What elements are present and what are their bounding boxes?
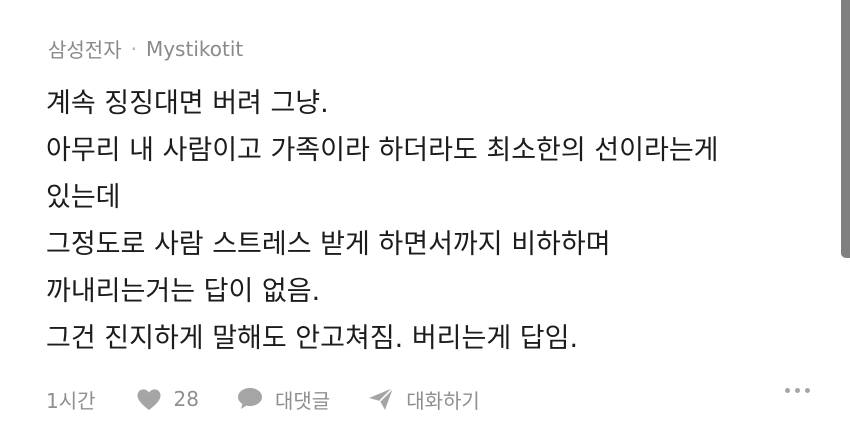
chat-label: 대화하기 — [406, 388, 480, 413]
comment-line: 있는데 — [46, 182, 121, 213]
like-button[interactable]: 28 — [136, 387, 199, 411]
comment-line: 아무리 내 사람이고 가족이라 하더라도 최소한의 선이라는게 — [46, 135, 719, 166]
comment-card: 삼성전자 · Mystikotit 계속 징징대면 버려 그냥. 아무리 내 사… — [0, 0, 850, 447]
author-name[interactable]: Mystikotit — [146, 37, 243, 61]
comment-actions: 1시간 28 대댓글 대화하기 — [46, 382, 816, 416]
like-count: 28 — [173, 387, 199, 411]
send-icon — [368, 387, 394, 411]
more-dots-icon — [805, 388, 810, 393]
comment-meta: 삼성전자 · Mystikotit — [48, 34, 243, 63]
comment-time: 1시간 — [46, 388, 96, 413]
company-label: 삼성전자 — [48, 38, 122, 62]
speech-bubble-icon — [237, 387, 263, 411]
meta-separator: · — [130, 36, 137, 61]
comment-line: 계속 징징대면 버려 그냥. — [46, 88, 329, 119]
scrollbar[interactable] — [841, 0, 850, 258]
heart-icon — [136, 388, 162, 411]
reply-button[interactable]: 대댓글 — [237, 385, 330, 414]
more-dots-icon — [795, 388, 800, 393]
reply-label: 대댓글 — [274, 388, 331, 413]
comment-body: 계속 징징대면 버려 그냥. 아무리 내 사람이고 가족이라 하더라도 최소한의… — [46, 80, 836, 362]
chat-button[interactable]: 대화하기 — [368, 385, 480, 414]
comment-line: 그건 진지하게 말해도 안고쳐짐. 버리는게 답임. — [46, 323, 579, 354]
comment-line: 까내리는거는 답이 없음. — [46, 276, 321, 307]
more-dots-icon — [785, 388, 790, 393]
comment-line: 그정도로 사람 스트레스 받게 하면서까지 비하하며 — [46, 229, 611, 260]
more-options-button[interactable] — [785, 388, 810, 393]
